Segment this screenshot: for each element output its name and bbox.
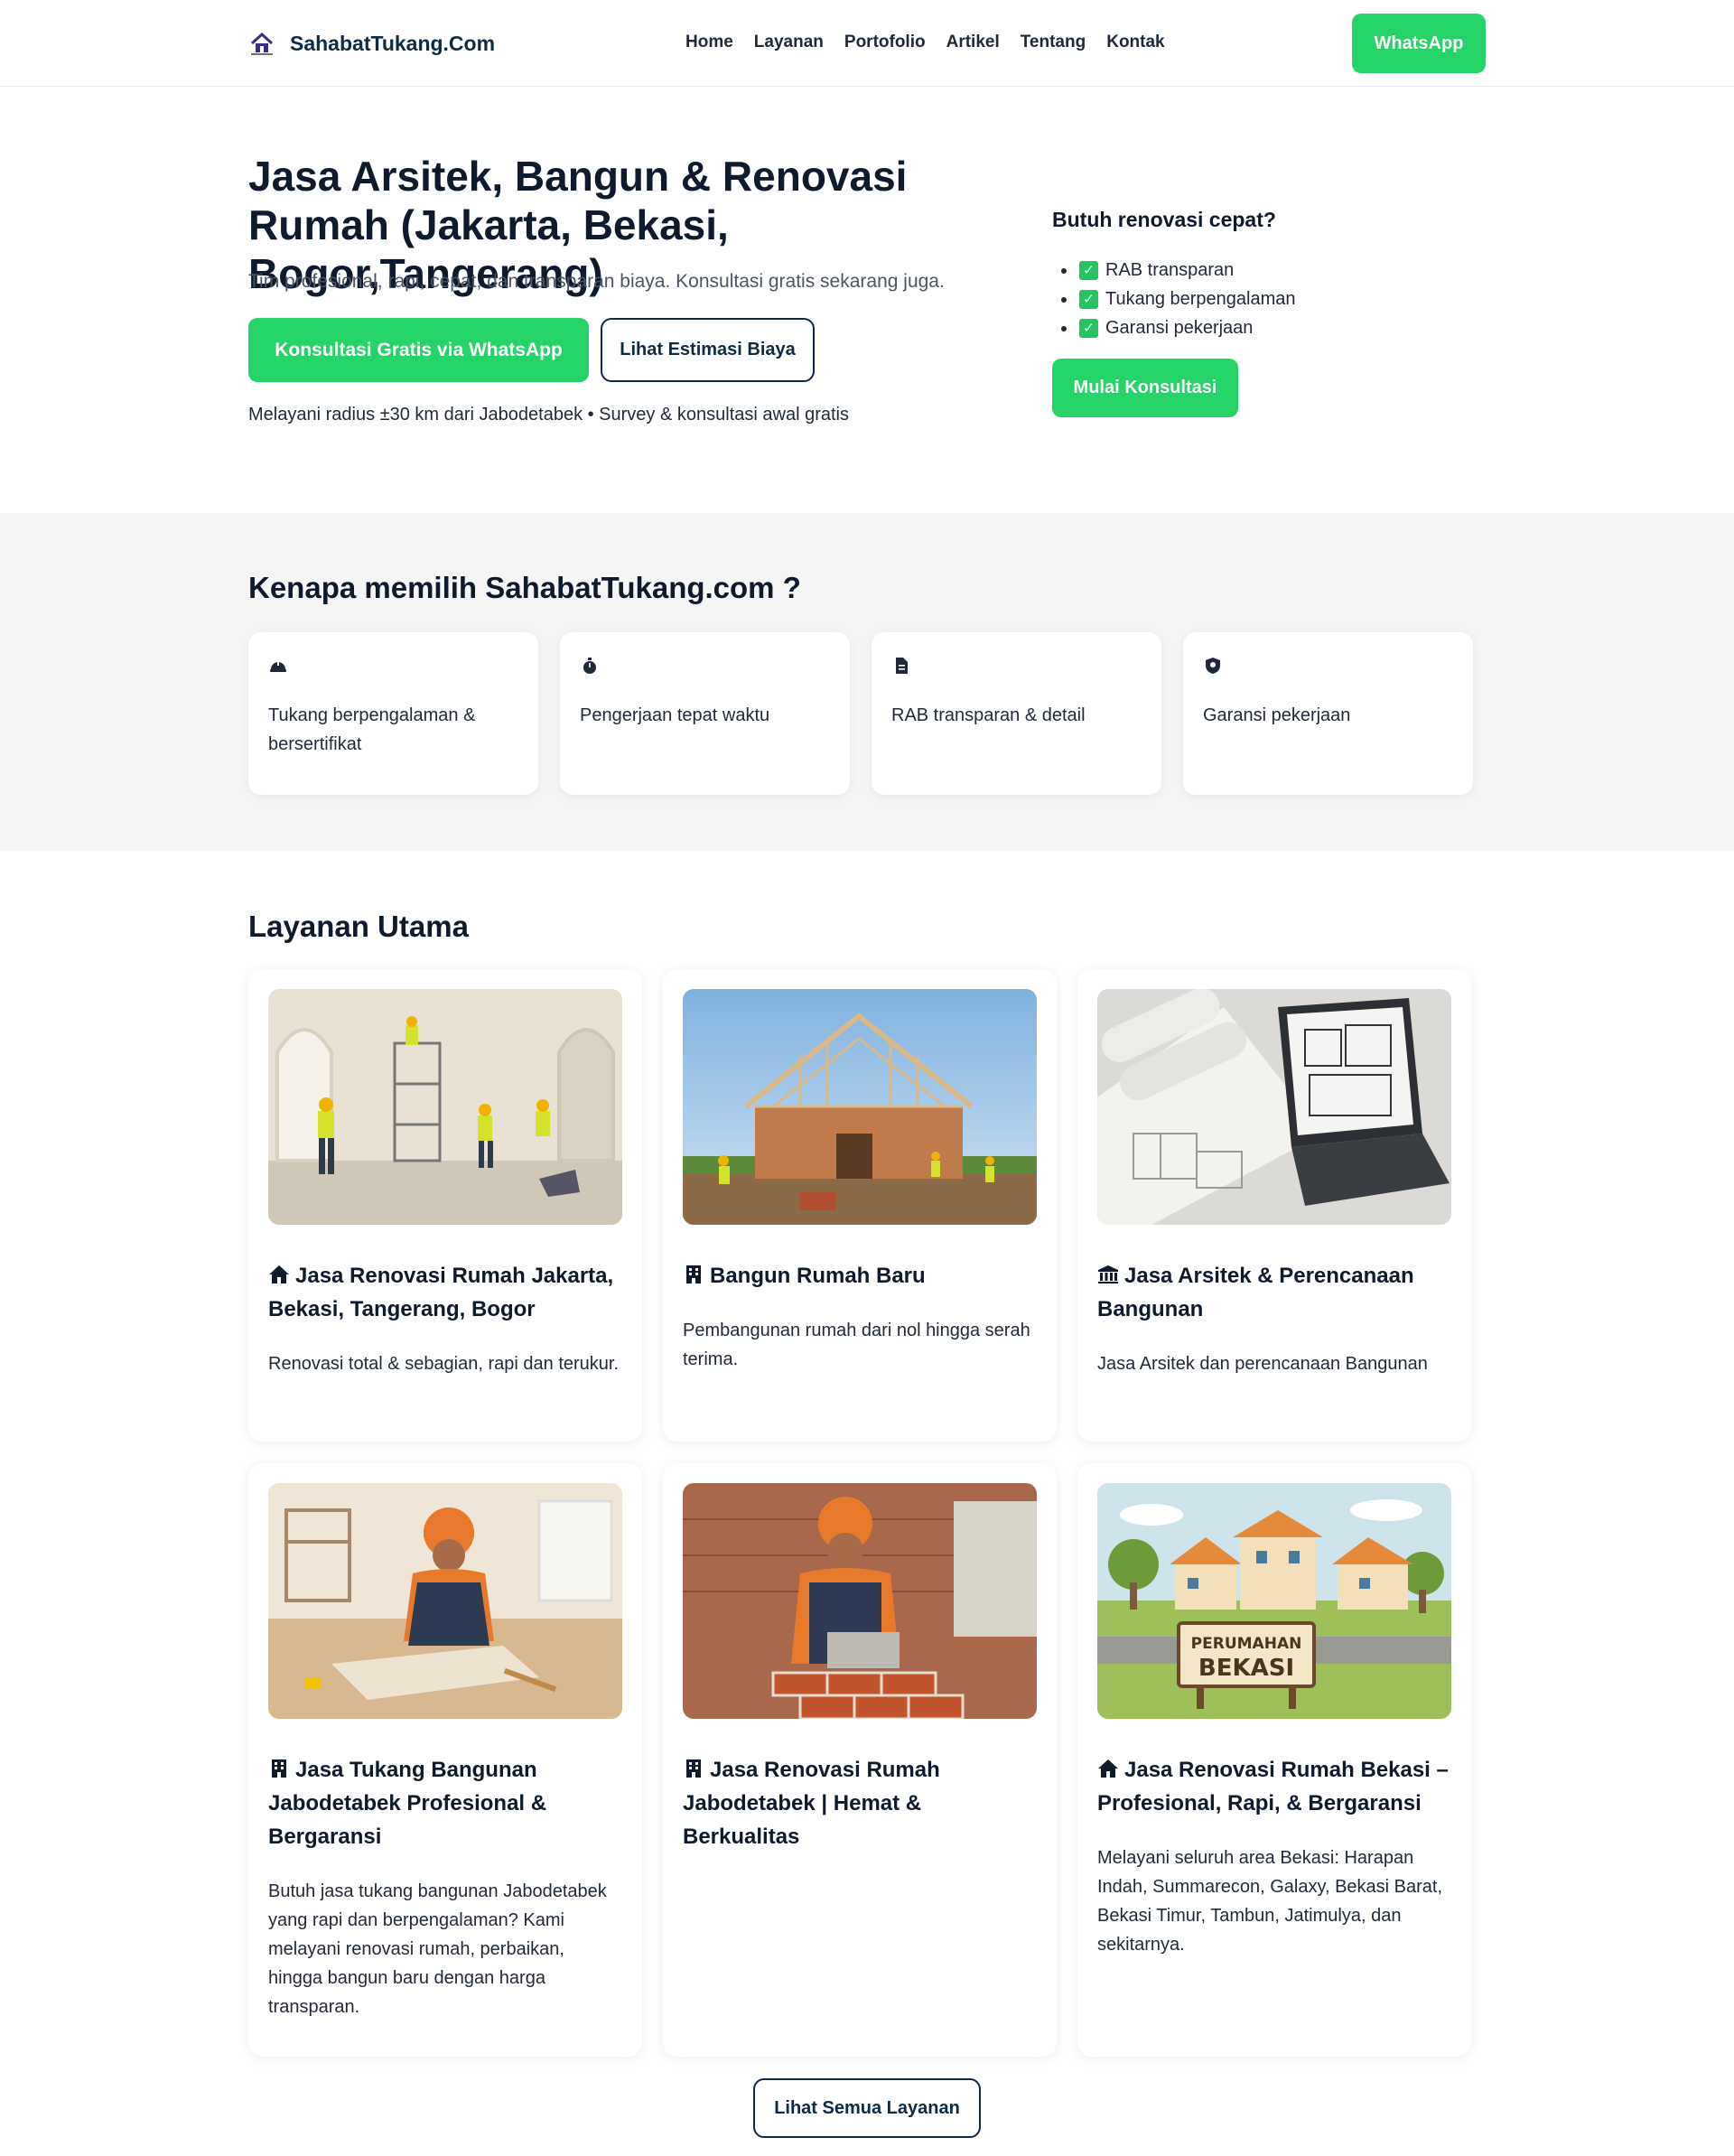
service-title: Jasa Renovasi Rumah Jakarta, Bekasi, Tan…	[268, 1259, 622, 1326]
service-title-text: Bangun Rumah Baru	[710, 1264, 926, 1288]
more-services-wrap: Lihat Semua Layanan	[248, 2078, 1486, 2138]
building-icon	[686, 1759, 701, 1778]
service-title: Bangun Rumah Baru	[683, 1259, 1037, 1293]
feature-card: RAB transparan & detail	[872, 632, 1161, 795]
aside-checklist: ✓ RAB transparan ✓ Tukang berpengalaman ✓ G…	[1052, 256, 1377, 342]
feature-text: Tukang berpengalaman & bersertifikat	[268, 705, 476, 754]
service-card[interactable]: Jasa Renovasi Rumah Jakarta, Bekasi, Tan…	[248, 969, 642, 1442]
service-title-text: Jasa Renovasi Rumah Jakarta, Bekasi, Tan…	[268, 1264, 614, 1321]
service-card[interactable]: Jasa Tukang Bangunan Jabodetabek Profesi…	[248, 1463, 642, 2057]
menu-portofolio[interactable]: Portofolio	[844, 33, 926, 52]
helmet-icon	[270, 661, 286, 672]
logo-icon	[248, 30, 275, 57]
sign-text-line2: BEKASI	[1198, 1655, 1294, 1682]
house-icon	[269, 1265, 289, 1283]
service-title-text: Jasa Tukang Bangunan Jabodetabek Profesi…	[268, 1758, 547, 1849]
estimate-cost-button[interactable]: Lihat Estimasi Biaya	[601, 318, 815, 382]
shield-icon	[1206, 658, 1220, 674]
sign-text-line1: PERUMAHAN	[1191, 1635, 1302, 1653]
building-icon	[686, 1265, 701, 1283]
service-title-text: Jasa Renovasi Rumah Jabodetabek | Hemat …	[683, 1758, 940, 1849]
service-title: Jasa Arsitek & Perencanaan Bangunan	[1097, 1259, 1451, 1326]
service-card[interactable]: PERUMAHAN BEKASI Jasa Renovasi Rumah Bek…	[1077, 1463, 1471, 2057]
start-consultation-button[interactable]: Mulai Konsultasi	[1052, 359, 1238, 417]
hero-section: Jasa Arsitek, Bangun & Renovasi Rumah (J…	[0, 87, 1734, 513]
feature-text: Garansi pekerjaan	[1203, 705, 1351, 725]
whatsapp-button[interactable]: WhatsApp	[1352, 14, 1486, 73]
feature-card: Tukang berpengalaman & bersertifikat	[248, 632, 538, 795]
renovation-workers-image	[268, 989, 622, 1225]
service-desc: Renovasi total & sebagian, rapi dan teru…	[268, 1354, 620, 1374]
feature-text: RAB transparan & detail	[891, 705, 1086, 725]
check-icon: ✓	[1079, 260, 1098, 280]
main-menu: Home Layanan Portofolio Artikel Tentang …	[685, 33, 1165, 52]
feature-list: Tukang berpengalaman & bersertifikat Pen…	[248, 632, 1486, 795]
see-all-services-button[interactable]: Lihat Semua Layanan	[753, 2078, 981, 2138]
aside-title: Butuh renovasi cepat?	[1052, 208, 1276, 231]
feature-card: Garansi pekerjaan	[1183, 632, 1473, 795]
service-desc: Melayani seluruh area Bekasi: Harapan In…	[1097, 1848, 1443, 1955]
building-icon	[272, 1759, 286, 1778]
hero-service-note: Melayani radius ±30 km dari Jabodetabek …	[248, 405, 849, 425]
service-title: Jasa Tukang Bangunan Jabodetabek Profesi…	[268, 1753, 622, 1853]
checklist-label: RAB transparan	[1105, 260, 1235, 280]
service-card[interactable]: Bangun Rumah Baru Pembangunan rumah dari…	[663, 969, 1057, 1442]
document-icon	[896, 658, 908, 674]
service-desc: Butuh jasa tukang bangunan Jabodetabek y…	[268, 1881, 607, 2017]
service-title-text: Jasa Renovasi Rumah Bekasi – Profesional…	[1097, 1758, 1449, 1815]
service-title: Jasa Renovasi Rumah Bekasi – Profesional…	[1097, 1753, 1451, 1820]
service-card[interactable]: Jasa Renovasi Rumah Jabodetabek | Hemat …	[663, 1463, 1057, 2057]
brand-name: SahabatTukang.Com	[290, 31, 496, 55]
top-navbar: SahabatTukang.Com Home Layanan Portofoli…	[0, 0, 1734, 87]
services-title: Layanan Utama	[248, 910, 469, 943]
services-section: Layanan Utama Jasa Renovasi Rumah Jakart…	[0, 851, 1734, 2138]
house-icon	[1098, 1759, 1118, 1778]
menu-artikel[interactable]: Artikel	[946, 33, 1000, 52]
why-choose-section: Kenapa memilih SahabatTukang.com ? Tukan…	[0, 513, 1734, 851]
menu-home[interactable]: Home	[685, 33, 733, 52]
checklist-item: ✓ Garansi pekerjaan	[1052, 313, 1377, 342]
service-title: Jasa Renovasi Rumah Jabodetabek | Hemat …	[683, 1753, 1037, 1853]
architect-blueprint-image	[1097, 989, 1451, 1225]
checklist-label: Garansi pekerjaan	[1105, 318, 1254, 338]
feature-text: Pengerjaan tepat waktu	[580, 705, 770, 725]
service-desc: Jasa Arsitek dan perencanaan Bangunan	[1097, 1354, 1428, 1374]
menu-layanan[interactable]: Layanan	[754, 33, 824, 52]
checklist-item: ✓ Tukang berpengalaman	[1052, 285, 1377, 313]
why-title: Kenapa memilih SahabatTukang.com ?	[248, 571, 801, 604]
bricklayer-image	[683, 1483, 1037, 1719]
check-icon: ✓	[1079, 318, 1098, 338]
floor-worker-image	[268, 1483, 622, 1719]
service-desc: Pembangunan rumah dari nol hingga serah …	[683, 1321, 1030, 1369]
landmark-icon	[1098, 1265, 1118, 1283]
menu-tentang[interactable]: Tentang	[1021, 33, 1086, 52]
checklist-item: ✓ RAB transparan	[1052, 256, 1377, 285]
service-cards: Jasa Renovasi Rumah Jakarta, Bekasi, Tan…	[248, 969, 1486, 2057]
hero-lead: Tim profesional, rapi, cepat, dan transp…	[248, 271, 945, 292]
stopwatch-icon	[583, 658, 596, 674]
consult-whatsapp-button[interactable]: Konsultasi Gratis via WhatsApp	[248, 318, 589, 382]
house-construction-image	[683, 989, 1037, 1225]
checklist-label: Tukang berpengalaman	[1105, 289, 1296, 309]
menu-kontak[interactable]: Kontak	[1106, 33, 1164, 52]
quick-renovation-box: Butuh renovasi cepat? ✓ RAB transparan ✓ T…	[1052, 208, 1377, 417]
brand[interactable]: SahabatTukang.Com	[248, 30, 495, 57]
service-title-text: Jasa Arsitek & Perencanaan Bangunan	[1097, 1264, 1414, 1321]
housing-bekasi-image: PERUMAHAN BEKASI	[1097, 1483, 1451, 1719]
service-card[interactable]: Jasa Arsitek & Perencanaan Bangunan Jasa…	[1077, 969, 1471, 1442]
feature-card: Pengerjaan tepat waktu	[560, 632, 850, 795]
check-icon: ✓	[1079, 289, 1098, 309]
